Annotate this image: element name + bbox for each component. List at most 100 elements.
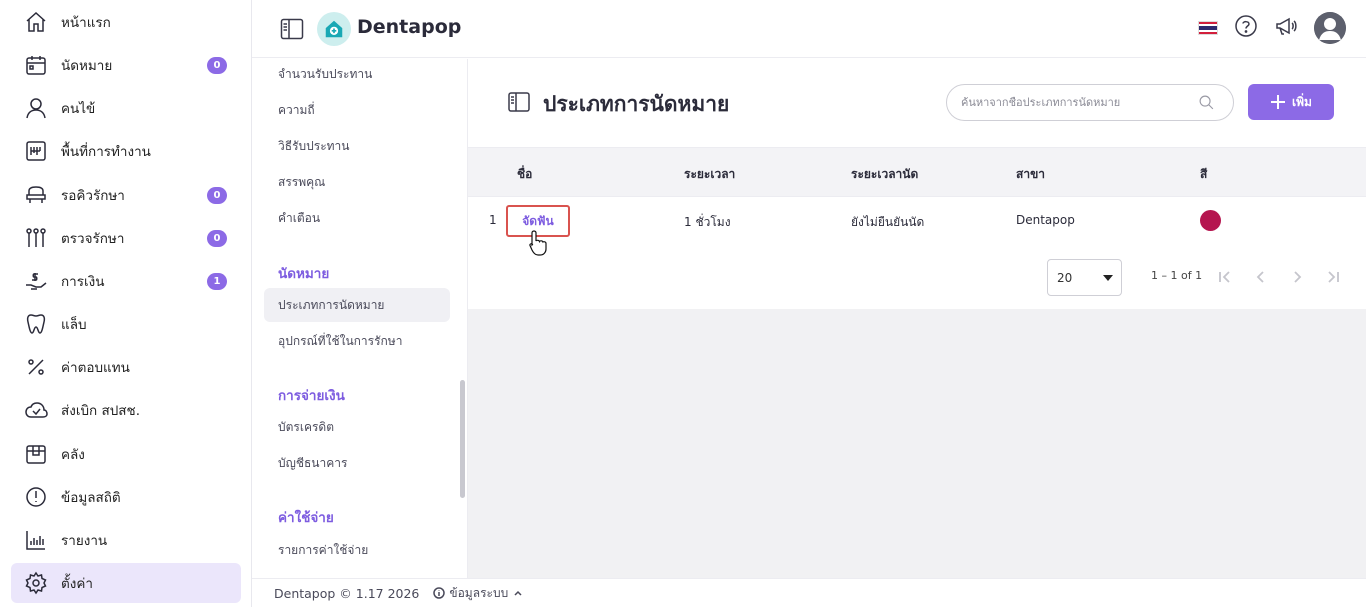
search-box: [946, 84, 1234, 121]
submenu-item-appointment-types[interactable]: ประเภทการนัดหมาย: [264, 288, 450, 322]
count-badge: 1: [207, 273, 227, 290]
sidebar-item-queue[interactable]: รอคิวรักษา 0: [11, 175, 241, 215]
sidebar-item-label: หน้าแรก: [61, 15, 111, 31]
sidebar-item-appointments[interactable]: นัดหมาย 0: [11, 45, 241, 85]
submenu-item-expense-list[interactable]: รายการค่าใช้จ่าย: [264, 533, 450, 567]
sidebar-item-claims[interactable]: ส่งเบิก สปสช.: [11, 390, 241, 430]
row-duration: 1 ชั่วโมง: [684, 215, 731, 229]
sidebar-item-label: ส่งเบิก สปสช.: [61, 403, 140, 419]
add-button-label: เพิ่ม: [1292, 94, 1312, 109]
sidebar-item-settings[interactable]: ตั้งค่า: [11, 563, 241, 603]
submenu-group-payment: การจ่ายเงิน: [278, 388, 345, 404]
submenu-item-frequency[interactable]: ความถี่: [264, 93, 450, 127]
gear-icon: [23, 570, 49, 596]
thai-flag-icon[interactable]: [1198, 21, 1218, 35]
sidebar-item-label: พื้นที่การทำงาน: [61, 144, 151, 160]
sidebar-item-lab[interactable]: แล็บ: [11, 304, 241, 344]
column-header-name[interactable]: ชื่อ: [517, 165, 532, 184]
megaphone-icon[interactable]: [1274, 14, 1298, 42]
tooth-icon: [23, 311, 49, 337]
count-badge: 0: [207, 230, 227, 247]
dental-tools-icon: [23, 225, 49, 251]
column-header-color[interactable]: สี: [1200, 165, 1207, 184]
sidebar-item-label: คนไข้: [61, 101, 96, 117]
submenu-scrollbar[interactable]: [460, 380, 465, 498]
page-size-select[interactable]: 20: [1047, 259, 1122, 296]
system-info-link[interactable]: ข้อมูลระบบ: [433, 584, 524, 603]
calendar-icon: [23, 52, 49, 78]
sidebar-item-label: ตั้งค่า: [61, 576, 93, 592]
sidebar-toggle-icon[interactable]: [280, 18, 304, 40]
table-row[interactable]: 1 จัดฟัน 1 ชั่วโมง ยังไม่ยืนยันนัด Denta…: [468, 198, 1366, 256]
submenu-item-properties[interactable]: สรรพคุณ: [264, 165, 450, 199]
sidebar-item-treatment[interactable]: ตรวจรักษา 0: [11, 218, 241, 258]
sidebar-item-commission[interactable]: ค่าตอบแทน: [11, 347, 241, 387]
top-actions: [1198, 12, 1346, 44]
cloud-check-icon: [23, 397, 49, 423]
bar-chart-icon: [23, 527, 49, 553]
submenu-item-treatment-equipment[interactable]: อุปกรณ์ที่ใช้ในการรักษา: [264, 324, 450, 358]
column-header-appointment-period[interactable]: ระยะเวลานัด: [851, 165, 918, 184]
money-hand-icon: [23, 268, 49, 294]
user-avatar[interactable]: [1314, 12, 1346, 44]
submenu-group-expense: ค่าใช้จ่าย: [278, 510, 334, 526]
sidebar-item-label: ตรวจรักษา: [61, 231, 125, 247]
hand-cursor-icon: [529, 230, 547, 256]
appointment-types-card: ประเภทการนัดหมาย เพิ่ม ชื่อ ระยะเวลา ระย…: [468, 59, 1366, 309]
page-title: ประเภทการนัดหมาย: [543, 92, 730, 116]
sidebar-item-patients[interactable]: คนไข้: [11, 88, 241, 128]
search-icon[interactable]: [1198, 94, 1215, 115]
panel-icon[interactable]: [508, 92, 530, 112]
box-icon: [23, 441, 49, 467]
last-page-icon[interactable]: [1321, 265, 1345, 289]
sidebar-item-label: แล็บ: [61, 317, 87, 333]
main-sidebar: หน้าแรก นัดหมาย 0 คนไข้ พื้นที่การทำงาน …: [0, 0, 252, 607]
previous-page-icon[interactable]: [1249, 265, 1273, 289]
submenu-item-credit-card[interactable]: บัตรเครดิต: [264, 410, 450, 444]
sidebar-item-home[interactable]: หน้าแรก: [11, 2, 241, 42]
sidebar-item-label: นัดหมาย: [61, 58, 113, 74]
sidebar-item-statistics[interactable]: ข้อมูลสถิติ: [11, 477, 241, 517]
gauge-icon: [23, 484, 49, 510]
submenu-item-dosage[interactable]: จำนวนรับประทาน: [264, 59, 450, 91]
top-bar: Dentapop: [252, 0, 1366, 58]
page-size-value: 20: [1057, 270, 1073, 285]
plus-icon: [1271, 95, 1286, 109]
settings-submenu: จำนวนรับประทาน ความถี่ วิธีรับประทาน สรร…: [252, 59, 468, 578]
submenu-item-warnings[interactable]: คำเตือน: [264, 201, 450, 235]
help-icon[interactable]: [1234, 14, 1258, 42]
pagination-range: 1 – 1 of 1: [1151, 269, 1203, 282]
user-icon: [23, 95, 49, 121]
brand-logo[interactable]: [317, 12, 351, 46]
sidebar-item-label: การเงิน: [61, 274, 105, 290]
row-appointment-period: ยังไม่ยืนยันนัด: [851, 215, 925, 229]
add-button[interactable]: เพิ่ม: [1248, 84, 1334, 120]
submenu-item-method[interactable]: วิธีรับประทาน: [264, 129, 450, 163]
info-icon: [433, 587, 446, 599]
caret-down-icon: [1103, 275, 1113, 281]
search-input[interactable]: [961, 96, 1181, 109]
brand-name: Dentapop: [357, 16, 462, 38]
column-header-branch[interactable]: สาขา: [1016, 165, 1045, 184]
percent-icon: [23, 354, 49, 380]
sidebar-item-label: ค่าตอบแทน: [61, 360, 130, 376]
submenu-item-bank-account[interactable]: บัญชีธนาคาร: [264, 446, 450, 480]
submenu-group-appointments: นัดหมาย: [278, 266, 330, 282]
row-color-swatch: [1200, 210, 1221, 231]
next-page-icon[interactable]: [1285, 265, 1309, 289]
sidebar-item-inventory[interactable]: คลัง: [11, 434, 241, 474]
workspace-icon: [23, 138, 49, 164]
sidebar-item-reports[interactable]: รายงาน: [11, 520, 241, 560]
row-index: 1: [489, 213, 497, 227]
sidebar-item-workspace[interactable]: พื้นที่การทำงาน: [11, 131, 241, 171]
first-page-icon[interactable]: [1213, 265, 1237, 289]
home-icon: [23, 9, 49, 35]
dental-chair-icon: [23, 182, 49, 208]
sidebar-item-label: ข้อมูลสถิติ: [61, 490, 121, 506]
main-content: ประเภทการนัดหมาย เพิ่ม ชื่อ ระยะเวลา ระย…: [468, 59, 1366, 578]
sidebar-item-finance[interactable]: การเงิน 1: [11, 261, 241, 301]
count-badge: 0: [207, 187, 227, 204]
sidebar-item-label: คลัง: [61, 447, 85, 463]
column-header-duration[interactable]: ระยะเวลา: [684, 165, 735, 184]
count-badge: 0: [207, 57, 227, 74]
